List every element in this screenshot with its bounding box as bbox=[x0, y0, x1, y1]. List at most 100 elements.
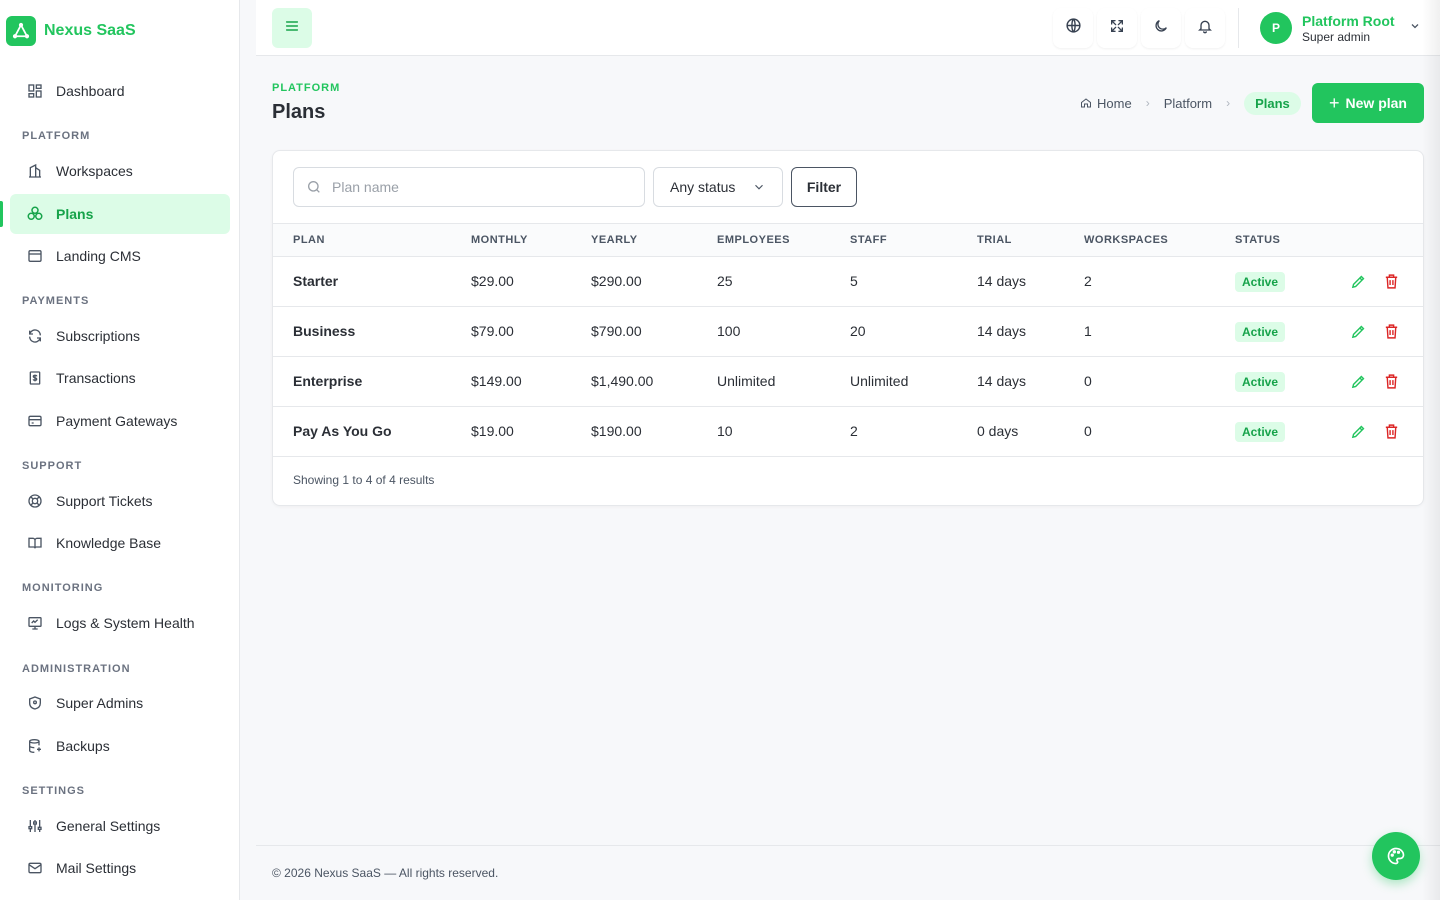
sidebar-item-landing-cms[interactable]: Landing CMS bbox=[10, 236, 230, 276]
notifications-button[interactable] bbox=[1185, 8, 1225, 48]
breadcrumb-home[interactable]: Home bbox=[1080, 96, 1132, 111]
plan-trial: 14 days bbox=[977, 373, 1027, 389]
trash-icon bbox=[1383, 423, 1400, 440]
lifebuoy-icon bbox=[26, 492, 44, 510]
menu-toggle-button[interactable] bbox=[272, 8, 312, 48]
nav-section-monitoring: MONITORING bbox=[22, 582, 104, 594]
user-name: Platform Root bbox=[1302, 12, 1395, 29]
theme-toggle-button[interactable] bbox=[1141, 8, 1181, 48]
chevron-right-icon: › bbox=[1145, 96, 1150, 110]
edit-button[interactable] bbox=[1348, 271, 1368, 291]
column-header-workspaces[interactable]: WORKSPACES bbox=[1084, 234, 1168, 246]
fullscreen-button[interactable] bbox=[1097, 8, 1137, 48]
chevron-down-icon bbox=[752, 180, 766, 197]
delete-button[interactable] bbox=[1381, 321, 1401, 341]
delete-button[interactable] bbox=[1381, 371, 1401, 391]
sidebar-item-label: Plans bbox=[56, 206, 94, 222]
sidebar-item-workspaces[interactable]: Workspaces bbox=[10, 151, 230, 191]
column-header-status[interactable]: STATUS bbox=[1235, 234, 1280, 246]
page-section-label: PLATFORM bbox=[272, 82, 341, 94]
language-button[interactable] bbox=[1053, 8, 1093, 48]
breadcrumb-platform[interactable]: Platform bbox=[1164, 96, 1212, 111]
plan-yearly: $1,490.00 bbox=[591, 373, 654, 389]
mail-icon bbox=[26, 859, 44, 877]
sidebar-item-knowledge-base[interactable]: Knowledge Base bbox=[10, 523, 230, 563]
new-plan-button[interactable]: + New plan bbox=[1312, 83, 1424, 123]
column-header-monthly[interactable]: MONTHLY bbox=[471, 234, 528, 246]
column-header-trial[interactable]: TRIAL bbox=[977, 234, 1012, 246]
trash-icon bbox=[1383, 273, 1400, 290]
nav-section-support: SUPPORT bbox=[22, 460, 83, 472]
brand[interactable]: Nexus SaaS bbox=[0, 0, 239, 62]
sidebar-item-label: Payment Gateways bbox=[56, 413, 178, 429]
nav-section-settings: SETTINGS bbox=[22, 785, 86, 797]
edit-button[interactable] bbox=[1348, 421, 1368, 441]
plan-yearly: $190.00 bbox=[591, 423, 642, 439]
sidebar-item-label: Knowledge Base bbox=[56, 535, 162, 551]
sliders-icon bbox=[26, 817, 44, 835]
home-icon bbox=[1080, 97, 1092, 109]
sidebar-item-subscriptions[interactable]: Subscriptions bbox=[10, 316, 230, 356]
search-input[interactable] bbox=[332, 179, 632, 195]
plan-employees: 25 bbox=[717, 273, 733, 289]
delete-button[interactable] bbox=[1381, 271, 1401, 291]
sidebar-item-label: Logs & System Health bbox=[56, 615, 195, 631]
sidebar-item-general-settings[interactable]: General Settings bbox=[10, 806, 230, 846]
search-field[interactable] bbox=[293, 167, 645, 207]
sidebar-item-backups[interactable]: Backups bbox=[10, 726, 230, 766]
delete-button[interactable] bbox=[1381, 421, 1401, 441]
sidebar-item-label: Super Admins bbox=[56, 695, 144, 711]
trash-icon bbox=[1383, 323, 1400, 340]
plan-name: Starter bbox=[293, 273, 339, 289]
edit-button[interactable] bbox=[1348, 321, 1368, 341]
chevron-right-icon: › bbox=[1226, 96, 1231, 110]
sidebar-item-payment-gateways[interactable]: Payment Gateways bbox=[10, 401, 230, 441]
hamburger-icon bbox=[284, 18, 300, 39]
sidebar-item-label: Landing CMS bbox=[56, 248, 141, 264]
sidebar-item-label: Workspaces bbox=[56, 163, 133, 179]
column-header-yearly[interactable]: YEARLY bbox=[591, 234, 638, 246]
plan-staff: 5 bbox=[850, 273, 858, 289]
sidebar-item-label: Backups bbox=[56, 738, 110, 754]
edit-button[interactable] bbox=[1348, 371, 1368, 391]
table-row: Pay As You Go $19.00 $190.00 10 2 0 days… bbox=[273, 407, 1423, 457]
plan-employees: 10 bbox=[717, 423, 733, 439]
shield-icon bbox=[26, 694, 44, 712]
plan-trial: 0 days bbox=[977, 423, 1019, 439]
plans-icon bbox=[26, 205, 44, 223]
sidebar-item-transactions[interactable]: Transactions bbox=[10, 358, 230, 398]
plan-workspaces: 0 bbox=[1084, 423, 1092, 439]
plan-workspaces: 1 bbox=[1084, 323, 1092, 339]
breadcrumb: Home › Platform › Plans bbox=[1080, 90, 1301, 116]
page-footer: © 2026 Nexus SaaS — All rights reserved. bbox=[256, 845, 1440, 900]
sidebar-item-plans[interactable]: Plans bbox=[10, 194, 230, 234]
column-header-employees[interactable]: EMPLOYEES bbox=[717, 234, 790, 246]
nav-section-payments: PAYMENTS bbox=[22, 295, 90, 307]
column-header-staff[interactable]: STAFF bbox=[850, 234, 887, 246]
plans-card: Any status Filter PLAN MONTHLY YEARLY EM… bbox=[272, 150, 1424, 506]
table-row: Business $79.00 $790.00 100 20 14 days 1… bbox=[273, 307, 1423, 357]
palette-icon bbox=[1386, 846, 1406, 866]
sidebar-item-label: Mail Settings bbox=[56, 860, 137, 876]
user-menu[interactable]: P Platform Root Super admin bbox=[1260, 12, 1421, 44]
sidebar-item-mail-settings[interactable]: Mail Settings bbox=[10, 848, 230, 888]
status-select[interactable]: Any status bbox=[653, 167, 783, 207]
search-icon bbox=[306, 179, 322, 195]
plan-monthly: $19.00 bbox=[471, 423, 514, 439]
nav-section-platform: PLATFORM bbox=[22, 130, 91, 142]
column-header-plan[interactable]: PLAN bbox=[293, 234, 325, 246]
book-icon bbox=[26, 534, 44, 552]
theme-customizer-button[interactable] bbox=[1372, 832, 1420, 880]
plan-employees: Unlimited bbox=[717, 373, 776, 389]
sidebar-item-super-admins[interactable]: Super Admins bbox=[10, 683, 230, 723]
pencil-icon bbox=[1350, 273, 1367, 290]
status-badge: Active bbox=[1235, 372, 1286, 392]
plan-employees: 100 bbox=[717, 323, 741, 339]
filter-button[interactable]: Filter bbox=[791, 167, 857, 207]
plan-workspaces: 2 bbox=[1084, 273, 1092, 289]
sidebar-item-dashboard[interactable]: Dashboard bbox=[10, 71, 230, 111]
avatar: P bbox=[1260, 12, 1292, 44]
sidebar-item-support-tickets[interactable]: Support Tickets bbox=[10, 481, 230, 521]
plan-workspaces: 0 bbox=[1084, 373, 1092, 389]
sidebar-item-logs[interactable]: Logs & System Health bbox=[10, 603, 230, 643]
